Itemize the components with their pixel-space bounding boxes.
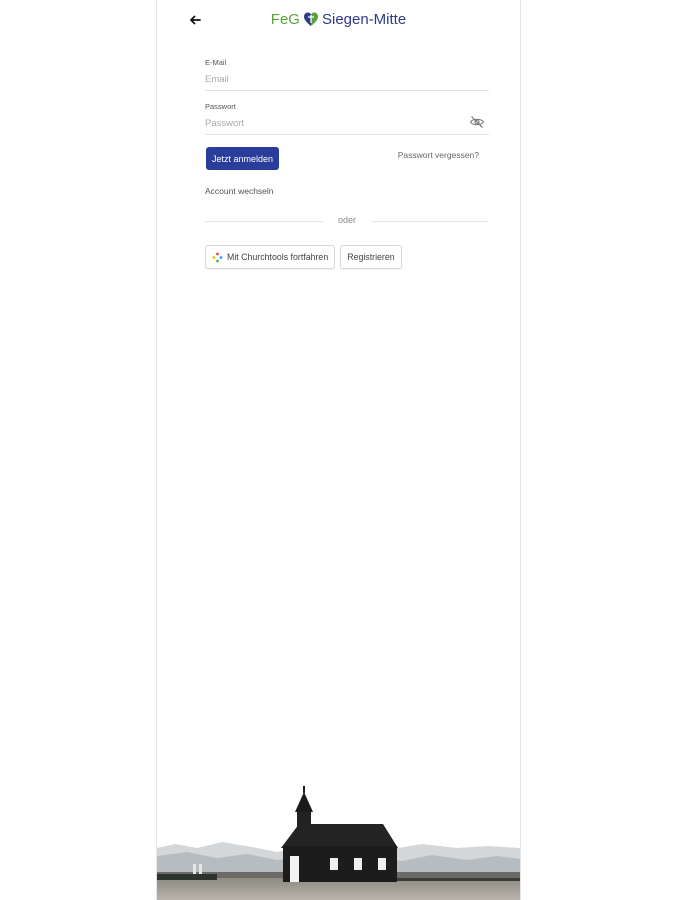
toggle-password-visibility-button[interactable] <box>469 115 485 129</box>
churchtools-login-button[interactable]: Mit Churchtools fortfahren <box>205 245 336 269</box>
email-field-group: E-Mail <box>205 56 489 91</box>
submit-row: Jetzt anmelden Passwort vergessen? <box>205 147 489 181</box>
login-form: E-Mail Passwort Jetzt anmelden Passwort … <box>205 56 489 269</box>
brand-name-right: Siegen-Mitte <box>321 11 407 28</box>
or-divider: oder <box>205 213 489 229</box>
header: FeG Siegen-Mitte <box>157 0 520 40</box>
email-input[interactable] <box>205 71 455 87</box>
heart-logo-icon <box>303 11 319 32</box>
brand-logo: FeG Siegen-Mitte <box>157 11 520 32</box>
switch-account-link[interactable]: Account wechseln <box>205 186 274 196</box>
password-label: Passwort <box>205 102 236 111</box>
church-landscape-image <box>157 760 520 900</box>
password-input[interactable] <box>205 115 455 131</box>
divider-line-right <box>371 221 489 222</box>
alternative-login-buttons: Mit Churchtools fortfahren Registrieren <box>205 245 489 269</box>
login-button[interactable]: Jetzt anmelden <box>206 147 280 170</box>
brand-name-left: FeG <box>270 11 300 28</box>
app-screen: FeG Siegen-Mitte E-Mail Passwort <box>156 0 521 900</box>
eye-off-icon <box>469 116 485 128</box>
password-field-group: Passwort <box>205 100 489 135</box>
register-button[interactable]: Registrieren <box>340 245 402 269</box>
forgot-password-link[interactable]: Passwort vergessen? <box>398 150 479 160</box>
divider-label: oder <box>337 215 356 225</box>
churchtools-login-label: Mit Churchtools fortfahren <box>227 252 329 262</box>
email-label: E-Mail <box>205 58 227 67</box>
churchtools-logo-icon <box>212 252 223 262</box>
